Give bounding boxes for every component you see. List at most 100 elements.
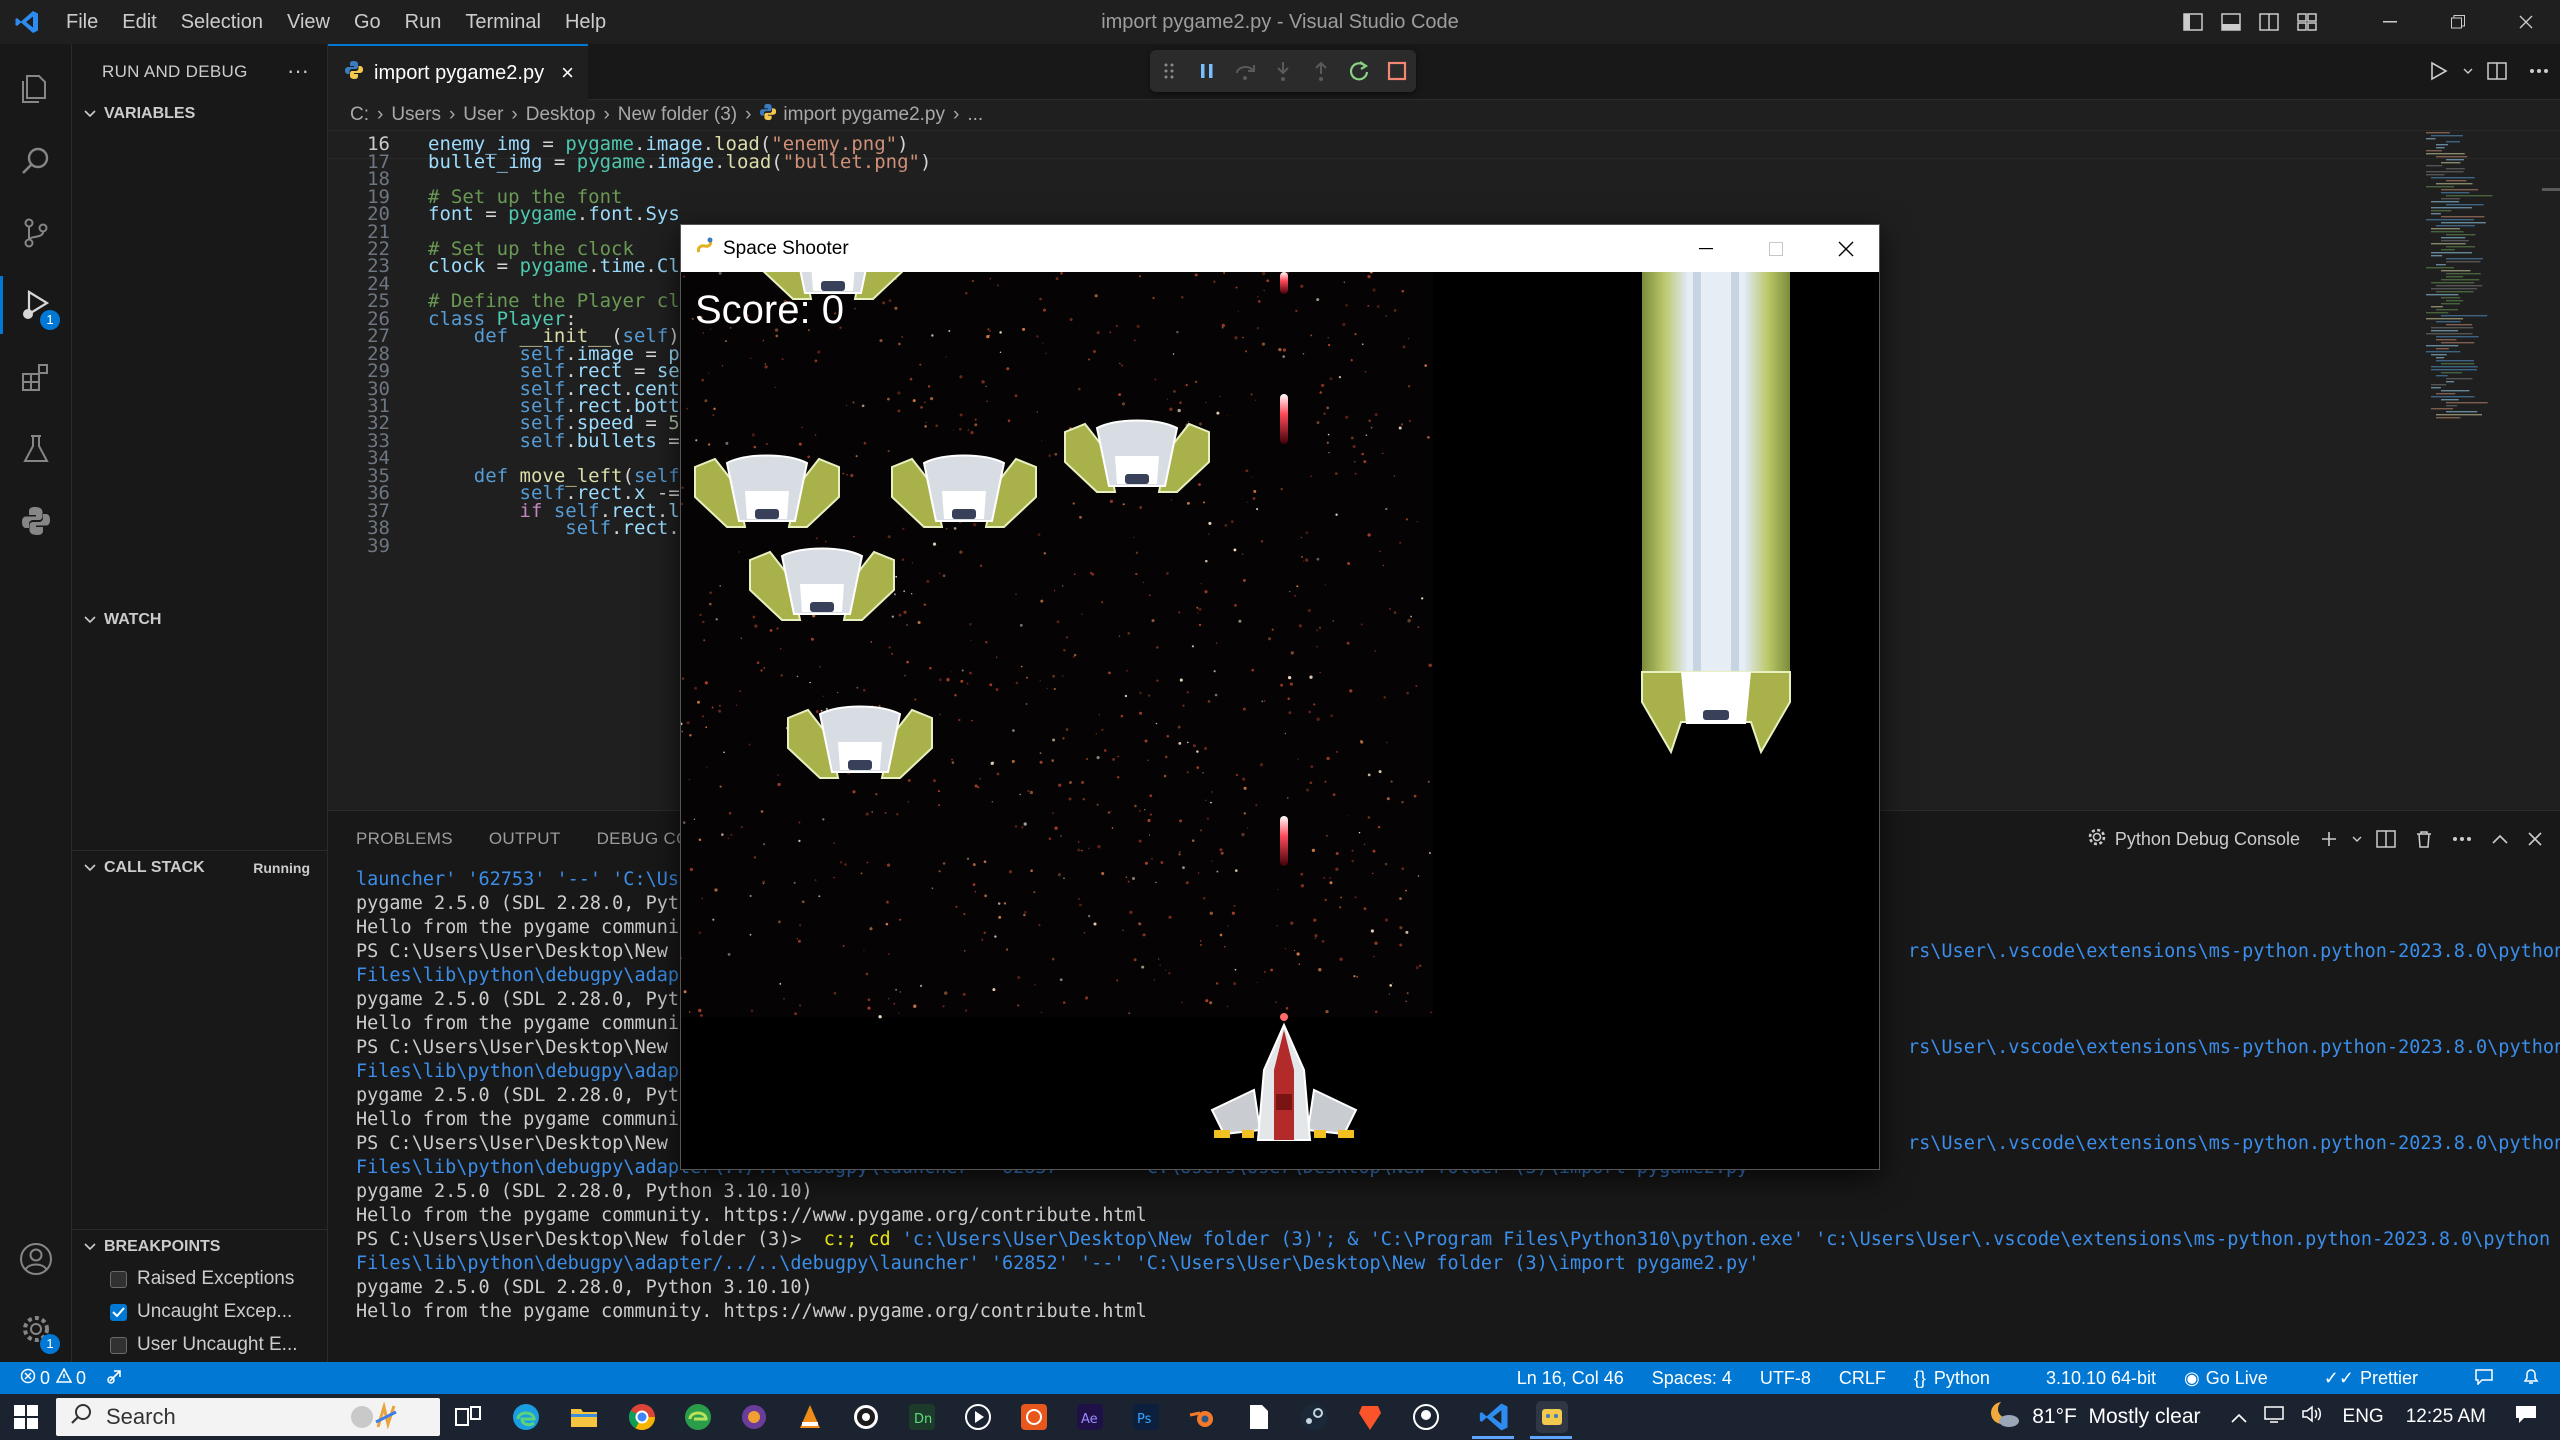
tab-output[interactable]: OUTPUT xyxy=(489,829,561,849)
stop-icon[interactable] xyxy=(1378,50,1416,92)
game-canvas[interactable]: Score: 0 xyxy=(681,272,1879,1169)
tab-problems[interactable]: PROBLEMS xyxy=(356,829,453,849)
accounts-icon[interactable] xyxy=(0,1224,72,1294)
blender-icon[interactable] xyxy=(1186,1401,1218,1433)
dimension-icon[interactable]: Dn xyxy=(906,1401,938,1433)
volume-icon[interactable] xyxy=(2301,1404,2325,1430)
debug-remote-icon[interactable] xyxy=(106,1367,126,1390)
photoshop-icon[interactable]: Ps xyxy=(1130,1401,1162,1433)
menu-go[interactable]: Go xyxy=(342,11,393,34)
step-over-icon[interactable] xyxy=(1226,50,1264,92)
breakpoint-user-uncaught[interactable]: User Uncaught E... xyxy=(72,1329,328,1361)
edge-dev-icon[interactable] xyxy=(682,1401,714,1433)
toggle-secondary-sidebar-icon[interactable] xyxy=(2250,0,2288,44)
encoding[interactable]: UTF-8 xyxy=(1760,1368,1811,1389)
menu-file[interactable]: File xyxy=(54,11,110,34)
breakpoints-section[interactable]: BREAKPOINTS xyxy=(72,1229,328,1263)
vscode-taskbar-icon[interactable] xyxy=(1478,1401,1510,1433)
breakpoint-raised-exceptions[interactable]: Raised Exceptions xyxy=(72,1263,328,1295)
game-close-icon[interactable] xyxy=(1811,225,1881,272)
breadcrumb-drive[interactable]: C: xyxy=(350,104,369,126)
restart-icon[interactable] xyxy=(1340,50,1378,92)
step-into-icon[interactable] xyxy=(1264,50,1302,92)
restore-icon[interactable] xyxy=(2424,0,2492,44)
trash-icon[interactable] xyxy=(2406,811,2442,867)
warnings-icon[interactable] xyxy=(55,1366,73,1389)
breadcrumb-desktop[interactable]: Desktop xyxy=(526,104,596,126)
run-python-file-icon[interactable] xyxy=(2418,50,2460,92)
split-terminal-icon[interactable] xyxy=(2366,811,2406,867)
code-line[interactable]: 39 xyxy=(328,531,390,560)
breadcrumb-symbol[interactable]: ... xyxy=(967,104,983,126)
extensions-icon[interactable] xyxy=(0,342,72,412)
toggle-sidebar-icon[interactable] xyxy=(2174,0,2212,44)
chrome-icon[interactable] xyxy=(626,1401,658,1433)
breadcrumb-users[interactable]: Users xyxy=(391,104,441,126)
after-effects-icon[interactable]: Ae xyxy=(1074,1401,1106,1433)
breadcrumb-folder[interactable]: New folder (3) xyxy=(618,104,737,126)
breadcrumb-user[interactable]: User xyxy=(463,104,503,126)
chevron-down-icon[interactable] xyxy=(2348,811,2366,867)
watch-section[interactable]: WATCH xyxy=(72,603,328,637)
obs-icon[interactable] xyxy=(850,1401,882,1433)
menu-edit[interactable]: Edit xyxy=(110,11,168,34)
python-interpreter[interactable]: 3.10.10 64-bit xyxy=(2046,1368,2156,1389)
source-control-icon[interactable] xyxy=(0,198,72,268)
breakpoint-uncaught-exceptions[interactable]: Uncaught Excep... xyxy=(72,1296,328,1328)
go-live[interactable]: ◉ Go Live xyxy=(2184,1368,2296,1389)
input-language[interactable]: ENG xyxy=(2343,1406,2384,1428)
network-icon[interactable] xyxy=(2263,1404,2287,1430)
drag-handle-icon[interactable] xyxy=(1150,50,1188,92)
warnings-count[interactable]: 0 xyxy=(76,1368,86,1389)
python-icon[interactable] xyxy=(0,486,72,556)
clock-time[interactable]: 12:25 AM xyxy=(2406,1406,2486,1428)
windows-start-icon[interactable] xyxy=(14,1405,38,1434)
taskbar-search-box[interactable]: Search xyxy=(56,1398,440,1436)
task-view-icon[interactable] xyxy=(452,1401,484,1433)
vlc-icon[interactable] xyxy=(794,1401,826,1433)
minimap[interactable] xyxy=(2420,130,2530,430)
toggle-panel-icon[interactable] xyxy=(2212,0,2250,44)
explorer-icon[interactable] xyxy=(0,54,72,124)
checkbox-checked[interactable] xyxy=(110,1303,127,1321)
maximize-panel-icon[interactable] xyxy=(2482,811,2518,867)
edge-browser-icon[interactable] xyxy=(510,1401,542,1433)
pause-icon[interactable] xyxy=(1188,50,1226,92)
game-minimize-icon[interactable] xyxy=(1671,225,1741,272)
close-window-icon[interactable] xyxy=(2492,0,2560,44)
menu-view[interactable]: View xyxy=(275,11,342,34)
menu-terminal[interactable]: Terminal xyxy=(453,11,553,34)
breadcrumb-file[interactable]: import pygame2.py xyxy=(783,104,945,126)
search-icon[interactable] xyxy=(0,126,72,196)
feedback-icon[interactable] xyxy=(2474,1367,2494,1390)
debug-console-select[interactable]: Python Debug Console xyxy=(2077,811,2310,867)
menu-selection[interactable]: Selection xyxy=(169,11,275,34)
run-dropdown-chevron-icon[interactable] xyxy=(2460,50,2476,92)
weather-moon-icon[interactable] xyxy=(1988,1397,2022,1437)
tab-import-pygame2[interactable]: import pygame2.py × xyxy=(328,44,588,100)
github-desktop-icon[interactable] xyxy=(1410,1401,1442,1433)
menu-run[interactable]: Run xyxy=(393,11,454,34)
weather-text[interactable]: 81°F Mostly clear xyxy=(2032,1405,2200,1429)
end-of-line[interactable]: CRLF xyxy=(1839,1368,1886,1389)
more-actions-icon[interactable] xyxy=(2518,50,2560,92)
indentation[interactable]: Spaces: 4 xyxy=(1652,1368,1732,1389)
split-editor-icon[interactable] xyxy=(2476,50,2518,92)
errors-count[interactable]: 0 xyxy=(40,1368,50,1389)
menu-help[interactable]: Help xyxy=(553,11,618,34)
more-actions-icon[interactable] xyxy=(2442,811,2482,867)
media-player-icon[interactable] xyxy=(962,1401,994,1433)
brave-icon[interactable] xyxy=(1354,1401,1386,1433)
prettier[interactable]: ✓✓ Prettier xyxy=(2324,1368,2446,1389)
checkbox[interactable] xyxy=(110,1336,127,1354)
more-actions-icon[interactable]: ··· xyxy=(287,58,309,84)
show-hidden-icons-chevron-icon[interactable] xyxy=(2230,1405,2247,1429)
run-and-debug-icon[interactable]: 1 xyxy=(0,270,72,340)
settings-gear-icon[interactable]: 1 xyxy=(0,1294,72,1364)
variables-section[interactable]: VARIABLES xyxy=(72,97,328,131)
app-icon[interactable] xyxy=(738,1401,770,1433)
minimize-icon[interactable] xyxy=(2356,0,2424,44)
testing-icon[interactable] xyxy=(0,414,72,484)
notepad-icon[interactable] xyxy=(1242,1401,1274,1433)
file-explorer-icon[interactable] xyxy=(568,1401,600,1433)
